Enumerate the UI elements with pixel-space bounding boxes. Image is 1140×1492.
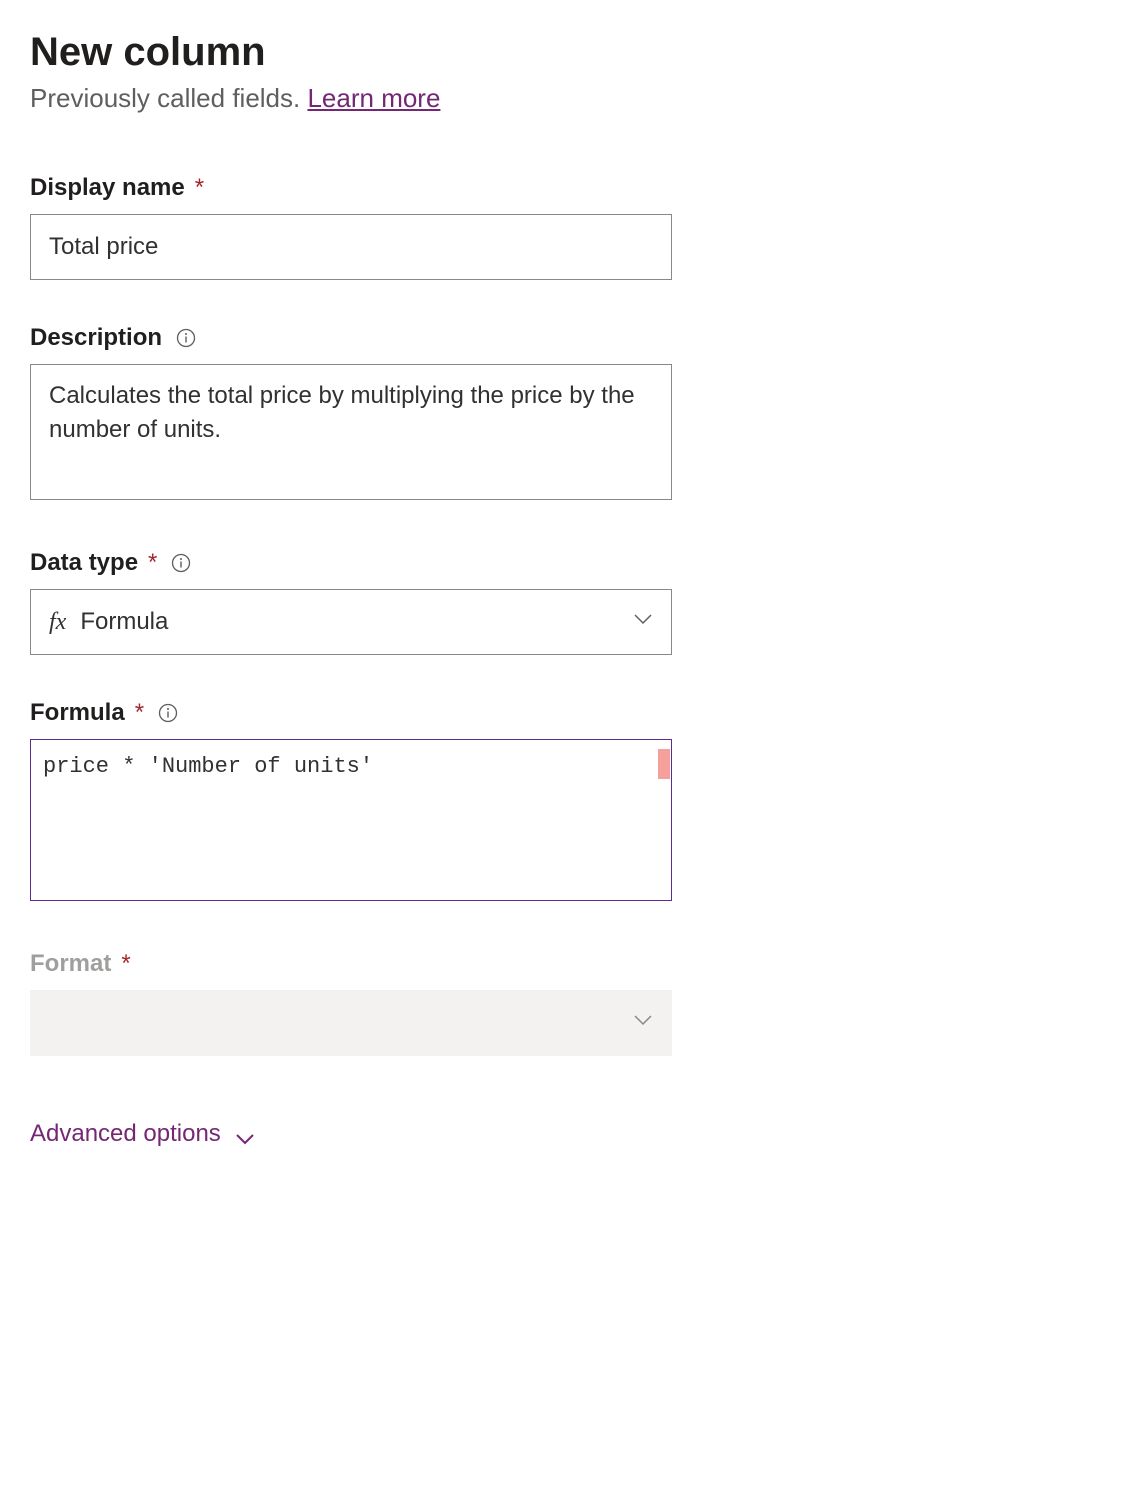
display-name-input[interactable] (30, 214, 672, 280)
advanced-options-label: Advanced options (30, 1120, 221, 1148)
chevron-down-icon (633, 612, 653, 632)
formula-label: Formula (30, 699, 125, 727)
required-asterisk: * (148, 549, 157, 577)
required-asterisk: * (195, 174, 204, 202)
advanced-options-toggle[interactable]: Advanced options (30, 1120, 255, 1148)
info-icon[interactable] (176, 328, 196, 348)
chevron-down-icon (633, 1013, 653, 1033)
display-name-label-row: Display name * (30, 174, 1110, 202)
formula-wrapper: price * 'Number of units' (30, 739, 672, 906)
chevron-down-icon (235, 1124, 255, 1144)
data-type-value: Formula (80, 608, 633, 636)
description-group: Description Calculates the total price b… (30, 324, 1110, 505)
formula-input[interactable]: price * 'Number of units' (30, 739, 672, 901)
data-type-label: Data type (30, 549, 138, 577)
data-type-select[interactable]: fx Formula (30, 589, 672, 655)
format-label: Format (30, 950, 111, 978)
subtitle-prefix: Previously called fields. (30, 83, 307, 113)
fx-icon: fx (49, 609, 66, 636)
format-group: Format * (30, 950, 1110, 1056)
description-label: Description (30, 324, 162, 352)
format-label-row: Format * (30, 950, 1110, 978)
new-column-form: New column Previously called fields. Lea… (30, 30, 1110, 1148)
page-title: New column (30, 30, 1110, 75)
data-type-group: Data type * fx Formula (30, 549, 1110, 655)
display-name-label: Display name (30, 174, 185, 202)
learn-more-link[interactable]: Learn more (307, 83, 440, 113)
formula-error-marker (658, 749, 670, 779)
description-label-row: Description (30, 324, 1110, 352)
info-icon[interactable] (171, 553, 191, 573)
required-asterisk: * (121, 950, 130, 978)
data-type-label-row: Data type * (30, 549, 1110, 577)
page-subtitle: Previously called fields. Learn more (30, 83, 1110, 114)
required-asterisk: * (135, 699, 144, 727)
description-input[interactable]: Calculates the total price by multiplyin… (30, 364, 672, 500)
format-select (30, 990, 672, 1056)
formula-label-row: Formula * (30, 699, 1110, 727)
info-icon[interactable] (158, 703, 178, 723)
formula-group: Formula * price * 'Number of units' (30, 699, 1110, 906)
display-name-group: Display name * (30, 174, 1110, 280)
